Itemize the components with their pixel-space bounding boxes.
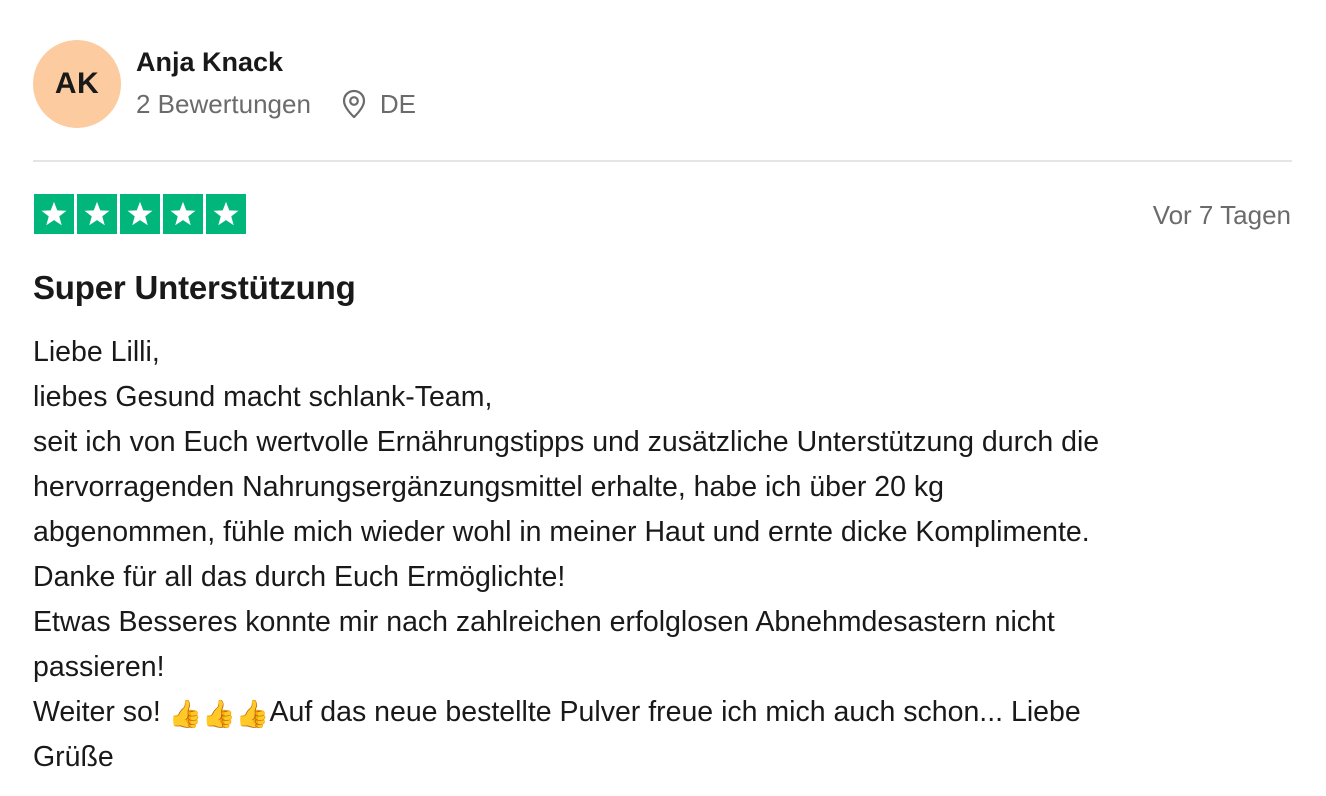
review-line: abgenommen, fühle mich wieder wohl in me… <box>33 516 1090 548</box>
review-count: 2 Bewertungen <box>136 89 311 119</box>
review-line: Liebe Lilli, <box>33 336 160 368</box>
consumer-meta: 2 Bewertungen DE <box>136 89 416 119</box>
avatar[interactable]: AK <box>33 40 121 128</box>
consumer-details: Anja Knack 2 Bewertungen DE <box>136 47 416 119</box>
consumer-location: DE <box>341 89 416 119</box>
location-pin-icon <box>342 89 366 119</box>
review-line: Etwas Besseres konnte mir nach zahlreich… <box>33 606 1055 638</box>
review-line: hervorragenden Nahrungsergänzungsmittel … <box>33 471 944 503</box>
review-card: AK Anja Knack 2 Bewertungen DE Vor 7 Tag… <box>0 0 1326 796</box>
star-icon <box>120 194 160 234</box>
star-icon <box>77 194 117 234</box>
review-line: seit ich von Euch wertvolle Ernährungsti… <box>33 426 1100 458</box>
divider <box>33 160 1292 162</box>
review-line: passieren! <box>33 651 165 683</box>
consumer-name[interactable]: Anja Knack <box>136 45 416 79</box>
thumbs-up-emojis: 👍👍👍 <box>168 699 270 729</box>
star-icon <box>34 194 74 234</box>
review-text: Liebe Lilli, liebes Gesund macht schlank… <box>33 330 1293 780</box>
country-code: DE <box>379 89 417 119</box>
review-line: Weiter so! 👍👍👍Auf das neue bestellte Pul… <box>33 690 1293 735</box>
review-date: Vor 7 Tagen <box>1152 200 1291 230</box>
star-icon <box>163 194 203 234</box>
consumer-info: AK Anja Knack 2 Bewertungen DE <box>33 40 416 128</box>
star-rating <box>34 194 246 234</box>
review-line: Grüße <box>33 741 114 773</box>
review-line: Danke für all das durch Euch Ermöglichte… <box>33 561 566 593</box>
review-title[interactable]: Super Unterstützung <box>33 268 356 308</box>
review-line-end: Auf das neue bestellte Pulver freue ich … <box>269 696 1081 728</box>
review-line-start: Weiter so! <box>33 696 169 728</box>
star-icon <box>206 194 246 234</box>
review-line: liebes Gesund macht schlank-Team, <box>33 381 493 413</box>
